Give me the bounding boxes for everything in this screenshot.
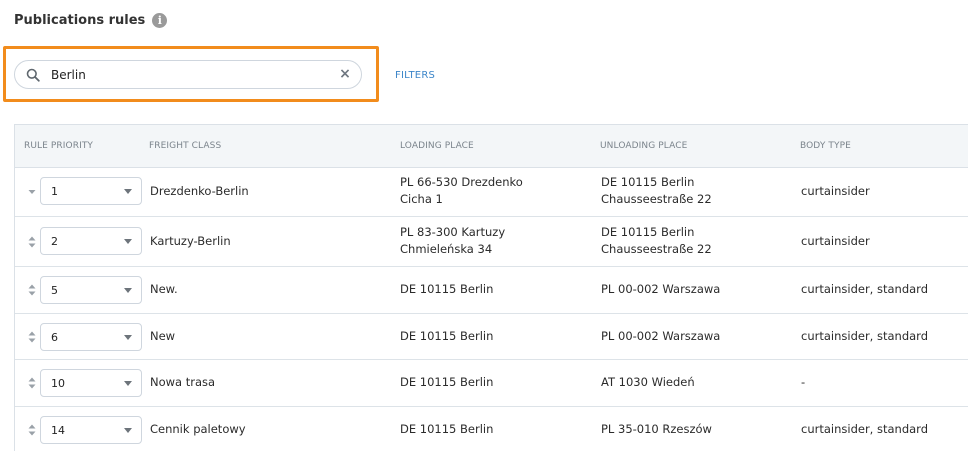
table-row[interactable]: 10 Nowa trasa DE 10115 Berlin AT 1030 Wi…: [15, 360, 968, 407]
unloading-place-line1: PL 35-010 Rzeszów: [601, 422, 712, 436]
loading-place-line1: DE 10115 Berlin: [400, 329, 494, 343]
chevron-down-icon: [124, 288, 132, 293]
table-row[interactable]: 6 New DE 10115 Berlin PL 00-002 Warszawa…: [15, 314, 968, 360]
loading-place-line1: PL 83-300 Kartuzy: [400, 225, 506, 239]
unloading-place-line1: DE 10115 Berlin: [601, 225, 695, 239]
sort-down-icon[interactable]: [28, 185, 36, 199]
loading-place-line1: DE 10115 Berlin: [400, 375, 494, 389]
body-type: curtainsider: [801, 234, 870, 248]
priority-value: 2: [51, 235, 58, 248]
sort-updown-icon[interactable]: [28, 283, 36, 297]
page-title-wrapper: Publications rules i: [14, 10, 168, 30]
header-rule-priority[interactable]: RULE PRIORITY: [24, 141, 93, 151]
unloading-place-line1: DE 10115 Berlin: [601, 175, 695, 189]
priority-value: 6: [51, 331, 58, 344]
unloading-place-line1: AT 1030 Wiedeń: [601, 375, 695, 389]
priority-select[interactable]: 1: [40, 177, 142, 205]
header-body-type[interactable]: BODY TYPE: [800, 141, 851, 151]
priority-value: 10: [51, 377, 65, 390]
priority-select[interactable]: 14: [40, 416, 142, 444]
body-type: curtainsider: [801, 184, 870, 198]
search-box[interactable]: ×: [14, 60, 362, 89]
freight-class: Nowa trasa: [150, 375, 216, 389]
table-row[interactable]: 1 Drezdenko-Berlin PL 66-530 Drezdenko C…: [15, 167, 968, 217]
sort-updown-icon[interactable]: [28, 330, 36, 344]
loading-place-line1: PL 66-530 Drezdenko: [400, 175, 523, 189]
chevron-down-icon: [124, 381, 132, 386]
freight-class: Cennik paletowy: [150, 422, 246, 436]
freight-class: New.: [150, 282, 178, 296]
priority-select[interactable]: 6: [40, 323, 142, 351]
table-row[interactable]: 2 Kartuzy-Berlin PL 83-300 Kartuzy Chmie…: [15, 217, 968, 267]
priority-select[interactable]: 10: [40, 369, 142, 397]
close-icon[interactable]: ×: [338, 67, 352, 81]
priority-value: 1: [51, 185, 58, 198]
sort-updown-icon[interactable]: [28, 423, 36, 437]
chevron-down-icon: [124, 239, 132, 244]
sort-updown-icon[interactable]: [28, 376, 36, 390]
freight-class: Kartuzy-Berlin: [150, 234, 231, 248]
body-type: -: [801, 375, 806, 389]
search-input[interactable]: [51, 61, 331, 88]
chevron-down-icon: [124, 335, 132, 340]
header-loading-place[interactable]: LOADING PLACE: [400, 141, 474, 151]
sort-updown-icon[interactable]: [28, 235, 36, 249]
loading-place-line2: Cicha 1: [400, 192, 443, 206]
unloading-place-line2: Chausseestraße 22: [601, 192, 712, 206]
priority-value: 14: [51, 424, 65, 437]
loading-place-line2: Chmieleńska 34: [400, 242, 493, 256]
priority-value: 5: [51, 284, 58, 297]
rules-table: RULE PRIORITY FREIGHT CLASS LOADING PLAC…: [14, 124, 968, 451]
header-freight-class[interactable]: FREIGHT CLASS: [149, 141, 221, 151]
unloading-place-line2: Chausseestraße 22: [601, 242, 712, 256]
table-row[interactable]: 5 New. DE 10115 Berlin PL 00-002 Warszaw…: [15, 267, 968, 314]
loading-place-line1: DE 10115 Berlin: [400, 282, 494, 296]
chevron-down-icon: [124, 428, 132, 433]
priority-select[interactable]: 5: [40, 276, 142, 304]
freight-class: New: [150, 329, 176, 343]
unloading-place-line1: PL 00-002 Warszawa: [601, 282, 721, 296]
info-icon[interactable]: i: [152, 12, 168, 28]
priority-select[interactable]: 2: [40, 227, 142, 255]
header-unloading-place[interactable]: UNLOADING PLACE: [600, 141, 687, 151]
chevron-down-icon: [124, 189, 132, 194]
body-type: curtainsider, standard: [801, 329, 928, 343]
search-icon: [26, 68, 40, 82]
loading-place-line1: DE 10115 Berlin: [400, 422, 494, 436]
table-header: RULE PRIORITY FREIGHT CLASS LOADING PLAC…: [15, 125, 968, 168]
body-type: curtainsider, standard: [801, 422, 928, 436]
table-row[interactable]: 14 Cennik paletowy DE 10115 Berlin PL 35…: [15, 407, 968, 451]
filters-link[interactable]: FILTERS: [395, 70, 435, 81]
unloading-place-line1: PL 00-002 Warszawa: [601, 329, 721, 343]
page-title: Publications rules: [14, 12, 146, 28]
body-type: curtainsider, standard: [801, 282, 928, 296]
freight-class: Drezdenko-Berlin: [150, 184, 249, 198]
